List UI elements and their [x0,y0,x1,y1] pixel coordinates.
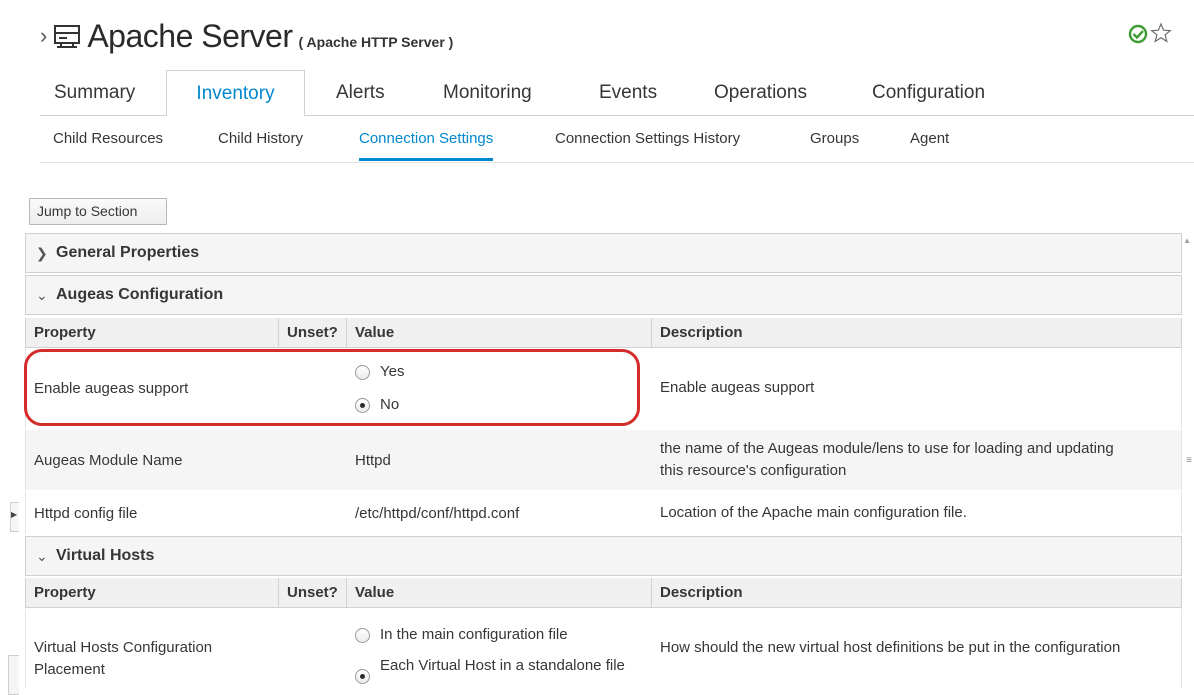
radio-no[interactable]: No [355,396,399,413]
favorite-star-icon[interactable] [1150,22,1172,44]
main-tabs: Summary Inventory Alerts Monitoring Even… [40,70,1194,116]
col-header-property[interactable]: Property [26,318,279,347]
subtab-label: Child Resources [53,130,164,147]
tab-operations[interactable]: Operations [714,70,807,116]
status-ok-icon [1128,24,1148,44]
col-header-description[interactable]: Description [652,578,1182,607]
section-label: Virtual Hosts [56,547,155,564]
breadcrumb-chevron-icon[interactable]: › [40,25,47,47]
table-row: Httpd config file /etc/httpd/conf/httpd.… [25,492,1182,534]
scroll-up-icon[interactable]: ▲ [1183,236,1191,245]
col-header-description[interactable]: Description [652,318,1182,347]
property-description: How should the new virtual host definiti… [660,639,1121,656]
subtab-label: Connection Settings [359,130,494,147]
section-label: Augeas Configuration [56,286,224,303]
chevron-down-icon: ⌄ [36,286,48,303]
grid-header: Property Unset? Value Description [25,578,1182,608]
col-header-unset[interactable]: Unset? [279,318,347,347]
tab-alerts[interactable]: Alerts [336,70,385,116]
property-description: the name of the Augeas module/lens to us… [660,440,1114,479]
tab-events[interactable]: Events [599,70,657,116]
subtab-connection-settings-history[interactable]: Connection Settings History [555,126,740,162]
subtab-label: Agent [910,130,950,147]
active-subtab-underline [359,158,494,161]
tab-summary[interactable]: Summary [40,70,149,116]
radio-label: Yes [380,363,405,380]
property-name: Enable augeas support [34,379,189,397]
radio-main-config[interactable]: In the main configuration file [355,626,645,643]
subtab-agent[interactable]: Agent [910,126,949,162]
radio-label: In the main configuration file [380,626,568,643]
section-augeas-configuration[interactable]: ⌄ Augeas Configuration [25,275,1182,315]
subtab-label: Child History [218,130,304,147]
property-value: /etc/httpd/conf/httpd.conf [355,504,520,522]
radio-button-selected[interactable] [355,398,370,413]
property-name: Augeas Module Name [34,451,183,469]
col-header-value[interactable]: Value [347,578,652,607]
tab-configuration[interactable]: Configuration [872,70,985,116]
page-subtitle: ( Apache HTTP Server ) [298,34,454,50]
subtabs-divider [40,162,1194,163]
page-header: › Apache Server ( Apache HTTP Server ) [40,16,453,56]
subtab-label: Groups [810,130,860,147]
subtab-child-resources[interactable]: Child Resources [53,126,163,162]
expand-arrow-icon[interactable]: ▶ [11,510,17,519]
radio-button[interactable] [355,365,370,380]
server-icon [54,25,81,48]
table-row: Enable augeas support Yes No Enable auge… [25,348,1182,428]
radio-label: Each Virtual Host in a standalone file [380,657,625,674]
radio-button-selected[interactable] [355,669,370,684]
scroll-grip-icon[interactable]: ≡ [1186,455,1192,466]
property-description: Location of the Apache main configuratio… [660,504,967,521]
section-general-properties[interactable]: ❯ General Properties [25,233,1182,273]
subtab-label: Connection Settings History [555,130,741,147]
table-row: Augeas Module Name Httpd the name of the… [25,430,1182,490]
col-header-unset[interactable]: Unset? [279,578,347,607]
panel-splitter[interactable] [8,655,19,695]
property-value: Httpd [355,451,391,469]
property-name: Httpd config file [34,504,138,522]
property-name: Virtual Hosts Configuration Placement [34,639,213,678]
col-header-property[interactable]: Property [26,578,279,607]
tab-inventory[interactable]: Inventory [166,70,305,116]
subtab-groups[interactable]: Groups [810,126,859,162]
subtab-connection-settings[interactable]: Connection Settings [359,126,494,162]
grid-header: Property Unset? Value Description [25,318,1182,348]
radio-button[interactable] [355,628,370,643]
radio-yes[interactable]: Yes [355,363,404,380]
col-header-value[interactable]: Value [347,318,652,347]
table-row: Virtual Hosts Configuration Placement In… [25,609,1182,688]
tab-monitoring[interactable]: Monitoring [443,70,532,116]
radio-label: No [380,396,400,413]
jump-to-section-button[interactable]: Jump to Section [29,198,167,225]
active-tab-gap [167,114,304,116]
section-label: General Properties [56,244,200,261]
chevron-down-icon: ⌄ [36,547,48,564]
property-description: Enable augeas support [660,379,815,396]
page-title: Apache Server [87,18,293,54]
section-virtual-hosts[interactable]: ⌄ Virtual Hosts [25,536,1182,576]
subtab-child-history[interactable]: Child History [218,126,303,162]
chevron-right-icon: ❯ [36,244,48,261]
radio-standalone-file[interactable]: Each Virtual Host in a standalone file [355,655,655,684]
